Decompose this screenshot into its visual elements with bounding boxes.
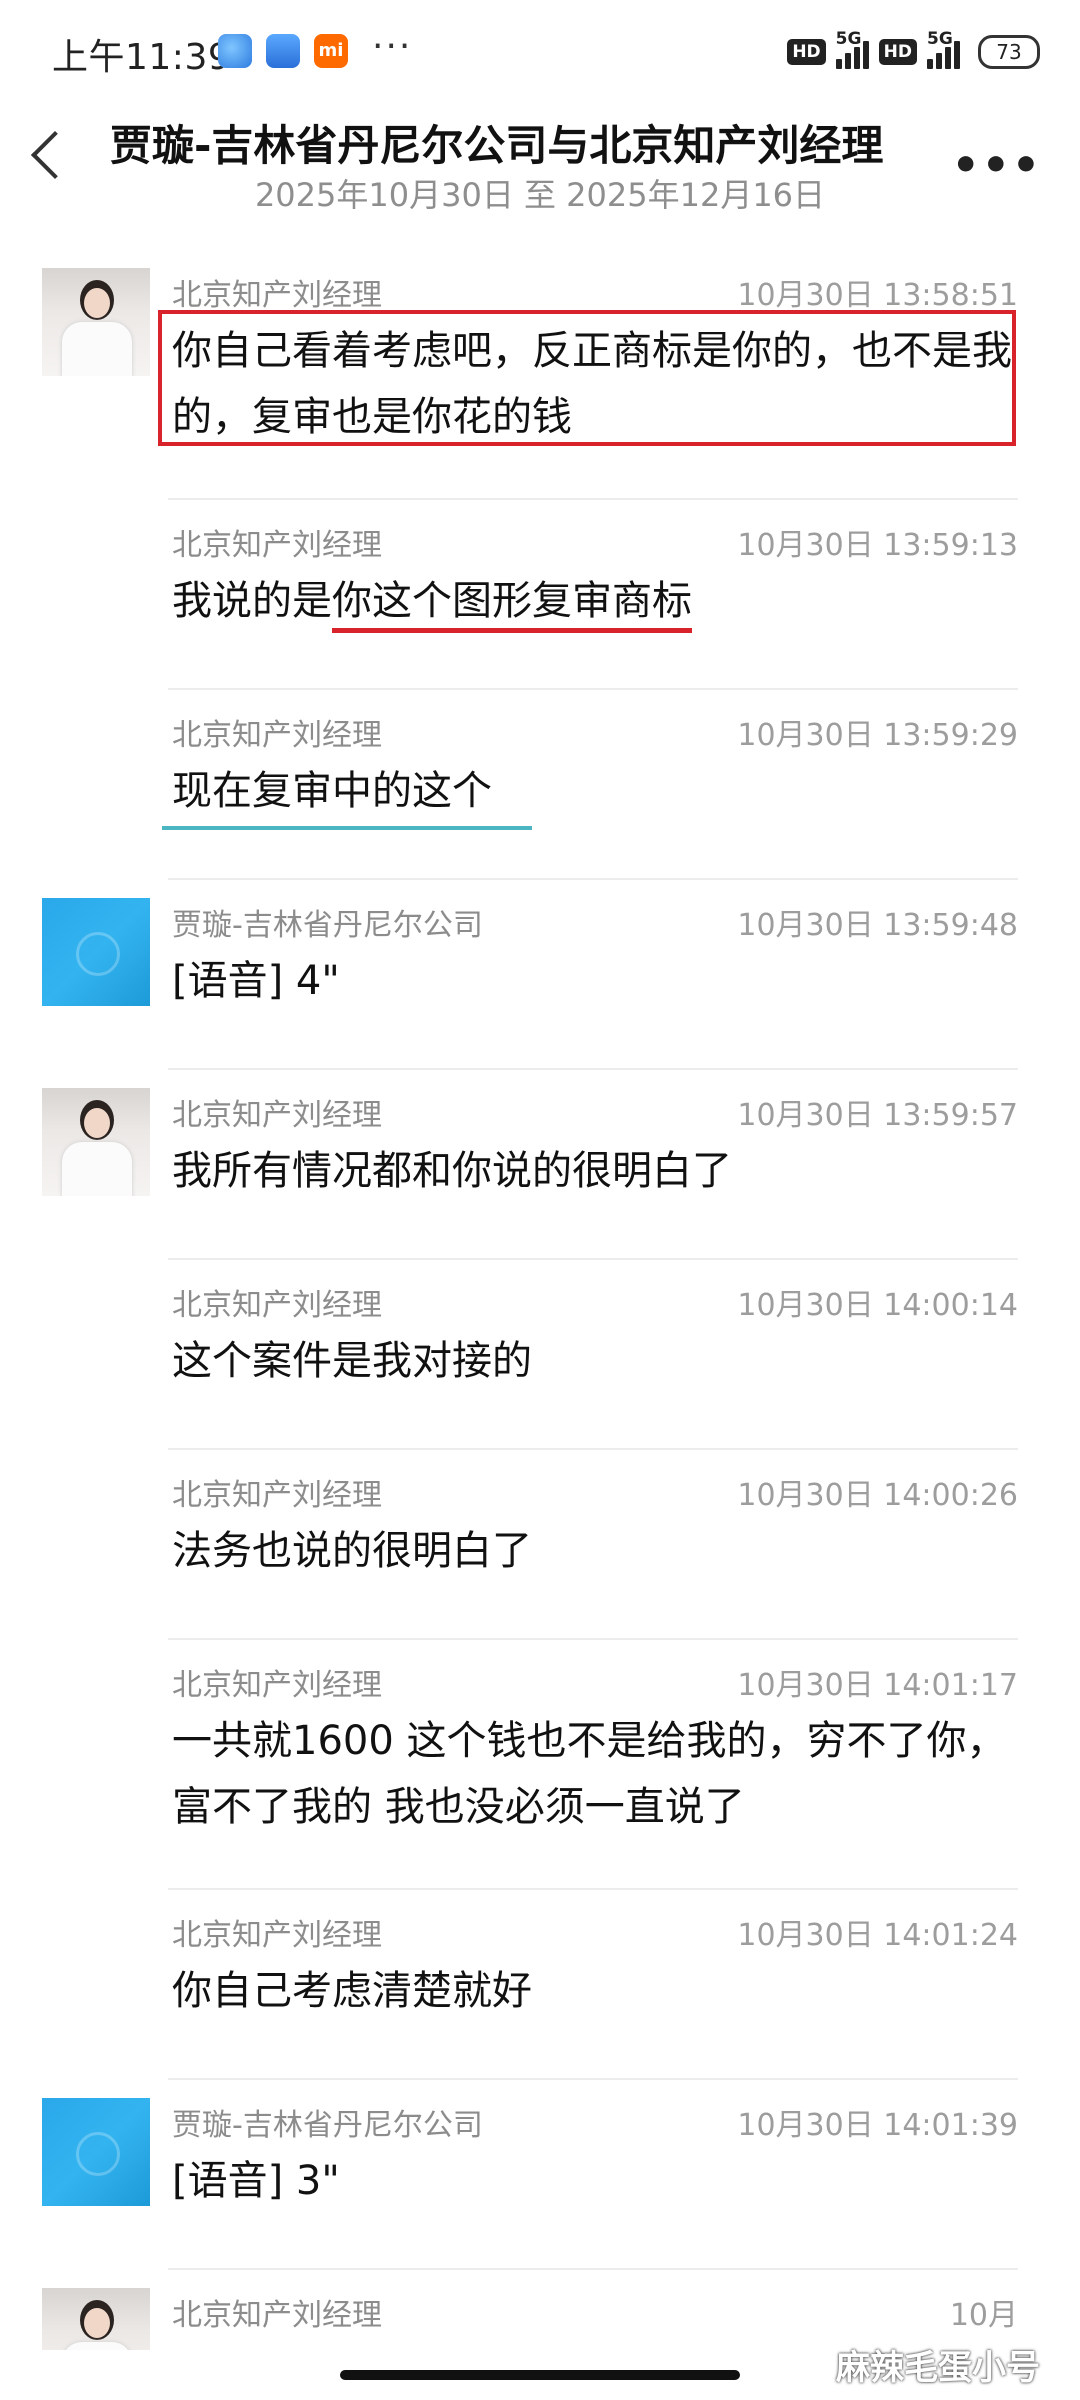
message-text: 这个案件是我对接的 [172,1338,532,1384]
message-time: 10月 [949,2298,1018,2333]
message-time: 10月30日 14:01:17 [737,1668,1018,1703]
sender-name: 贾璇-吉林省丹尼尔公司 [172,2108,483,2143]
sender-name: 北京知产刘经理 [172,718,382,753]
teal-underline [162,826,532,830]
message-item[interactable]: 贾璇-吉林省丹尼尔公司 10月30日 14:01:39 [语音] 3" [0,2080,1080,2270]
avatar[interactable] [42,268,150,376]
sender-name: 北京知产刘经理 [172,1288,382,1323]
message-time: 10月30日 14:01:24 [737,1918,1018,1953]
avatar[interactable] [42,2098,150,2206]
wallet-notification-icon [266,34,300,68]
message-text: 一共就1600 这个钱也不是给我的，穷不了你，富不了我的 我也没必须一直说了 [172,1718,1007,1830]
battery-icon: 73 [978,35,1040,69]
message-item[interactable]: 北京知产刘经理 10月30日 13:59:29 现在复审中的这个 [0,690,1080,880]
home-indicator[interactable] [340,2370,740,2380]
avatar[interactable] [42,898,150,1006]
message-text: 我说的是你这个图形复审商标 [172,568,1012,634]
message-item[interactable]: 北京知产刘经理 10月30日 14:00:14 这个案件是我对接的 [0,1260,1080,1450]
signal-icon-2: 5G [927,29,960,69]
red-underlined-text: 你这个图形复审商标 [332,578,692,633]
more-notifications-icon: ··· [372,26,413,67]
watermark: 麻辣毛蛋小号 [836,2348,1040,2388]
sender-name: 北京知产刘经理 [172,1668,382,1703]
message-time: 10月30日 13:59:29 [737,718,1018,753]
status-indicators: HD 5G HD 5G 73 [787,29,1040,74]
sender-name: 北京知产刘经理 [172,2298,382,2333]
message-time: 10月30日 14:01:39 [737,2108,1018,2143]
message-time: 10月30日 13:59:57 [737,1098,1018,1133]
message-time: 10月30日 13:59:13 [737,528,1018,563]
message-item[interactable]: 北京知产刘经理 10月 [0,2270,1080,2350]
message-text: 现在复审中的这个 [172,768,492,814]
message-time: 10月30日 13:59:48 [737,908,1018,943]
message-item[interactable]: 北京知产刘经理 10月30日 14:01:24 你自己考虑清楚就好 [0,1890,1080,2080]
message-text: 法务也说的很明白了 [172,1528,532,1574]
signal-icon: 5G [835,29,869,69]
avatar[interactable] [42,1088,150,1196]
message-item[interactable]: 北京知产刘经理 10月30日 14:00:26 法务也说的很明白了 [0,1450,1080,1640]
app-notification-icon [218,34,252,68]
mi-notification-icon: mi [314,34,348,68]
voice-message[interactable]: [语音] 3" [172,2148,1012,2214]
sender-name: 北京知产刘经理 [172,1918,382,1953]
sender-name: 北京知产刘经理 [172,1478,382,1513]
message-item[interactable]: 北京知产刘经理 10月30日 13:58:51 你自己看着考虑吧，反正商标是你的… [0,250,1080,500]
red-highlight-box [158,310,1016,446]
page-title: 贾璇-吉林省丹尼尔公司与北京知产刘经理 [110,121,884,170]
status-bar: 上午11:39 mi ··· HD 5G HD 5G 73 [0,0,1080,110]
message-time: 10月30日 14:00:26 [737,1478,1018,1513]
message-time: 10月30日 13:58:51 [737,278,1018,313]
message-text: 你自己考虑清楚就好 [172,1968,532,2014]
message-item[interactable]: 北京知产刘经理 10月30日 13:59:57 我所有情况都和你说的很明白了 [0,1070,1080,1260]
date-range: 2025年10月30日 至 2025年12月16日 [254,176,826,214]
chat-history-header: 贾璇-吉林省丹尼尔公司与北京知产刘经理 2025年10月30日 至 2025年1… [0,100,1080,220]
hd-icon-2: HD [878,39,917,65]
sender-name: 贾璇-吉林省丹尼尔公司 [172,908,483,943]
message-item[interactable]: 北京知产刘经理 10月30日 13:59:13 我说的是你这个图形复审商标 [0,500,1080,690]
message-item[interactable]: 北京知产刘经理 10月30日 14:01:17 一共就1600 这个钱也不是给我… [0,1640,1080,1890]
sender-name: 北京知产刘经理 [172,1098,382,1133]
clock: 上午11:39 [52,37,232,78]
sender-name: 北京知产刘经理 [172,278,382,313]
message-text: 我所有情况都和你说的很明白了 [172,1148,732,1194]
message-time: 10月30日 14:00:14 [737,1288,1018,1323]
voice-message[interactable]: [语音] 4" [172,948,1012,1014]
avatar[interactable] [42,2288,150,2350]
message-item[interactable]: 贾璇-吉林省丹尼尔公司 10月30日 13:59:48 [语音] 4" [0,880,1080,1070]
sender-name: 北京知产刘经理 [172,528,382,563]
message-list: 北京知产刘经理 10月30日 13:58:51 你自己看着考虑吧，反正商标是你的… [0,250,1080,2350]
more-options-icon[interactable]: ••• [952,140,1042,191]
hd-icon: HD [787,39,826,65]
